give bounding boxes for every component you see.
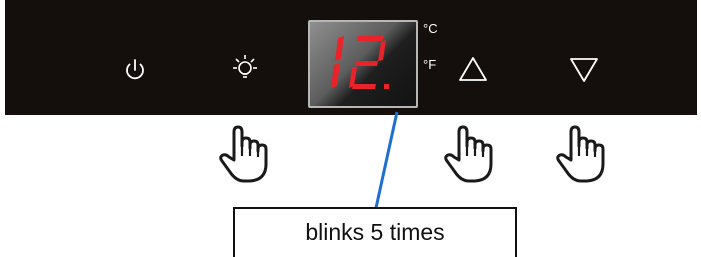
hand-pointer-icon: [554, 124, 606, 184]
callout-text: blinks 5 times: [305, 219, 445, 245]
hand-pointer-icon: [442, 124, 494, 184]
hand-pointer-icon: [217, 124, 269, 184]
callout-box: blinks 5 times: [233, 207, 517, 257]
